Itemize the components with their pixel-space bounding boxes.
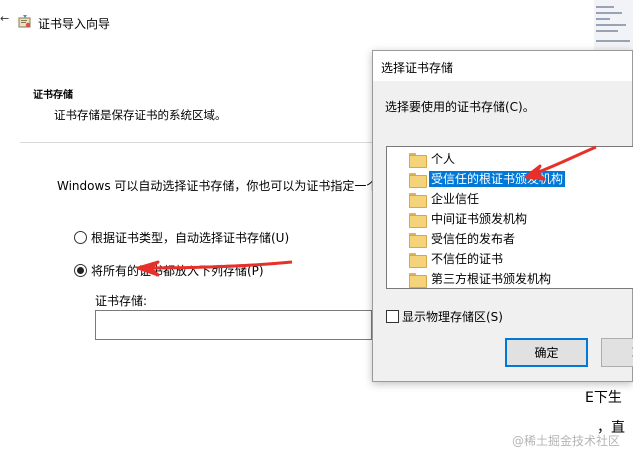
- background-window-peek: [594, 0, 633, 50]
- store-tree-item[interactable]: 个人: [409, 150, 457, 168]
- peek-line: [596, 12, 622, 14]
- folder-icon: [409, 172, 427, 188]
- store-tree-label: 第三方根证书颁发机构: [431, 272, 552, 286]
- folder-icon: [409, 232, 427, 248]
- back-arrow-icon[interactable]: ←: [0, 13, 9, 24]
- store-tree-item[interactable]: 中间证书颁发机构: [409, 210, 529, 228]
- show-physical-stores[interactable]: 显示物理存储区(S): [386, 308, 503, 325]
- peek-line: [596, 18, 610, 20]
- radio-auto-label: 根据证书类型，自动选择证书存储(U): [91, 231, 290, 245]
- store-tree-item[interactable]: 受信任的发布者: [409, 230, 517, 248]
- dialog-titlebar[interactable]: 选择证书存储: [373, 51, 632, 81]
- store-tree[interactable]: 个人受信任的根证书颁发机构 企业信任中间证书颁发机构 受信任的发布者 不信任的证书第三…: [386, 146, 633, 289]
- folder-icon: [409, 152, 427, 168]
- folder-icon: [409, 252, 427, 268]
- store-tree-item[interactable]: 企业信任: [409, 190, 481, 208]
- intro-text: Windows 可以自动选择证书存储，你也可以为证书指定一个位置。: [57, 179, 372, 193]
- store-tree-label: 中间证书颁发机构: [431, 212, 528, 226]
- show-physical-label: 显示物理存储区(S): [402, 310, 503, 324]
- cancel-button[interactable]: 取: [601, 338, 633, 367]
- store-tree-label: 个人: [431, 152, 456, 166]
- store-tree-item[interactable]: 受信任的根证书颁发机构: [409, 170, 566, 188]
- dialog-title: 选择证书存储: [381, 61, 454, 75]
- radio-auto-circle[interactable]: [74, 231, 87, 244]
- folder-icon: [409, 272, 427, 288]
- section-description: 证书存储是保存证书的系统区域。: [54, 108, 227, 122]
- store-input[interactable]: [95, 310, 372, 340]
- store-tree-label: 受信任的发布者: [431, 232, 516, 246]
- show-physical-checkbox[interactable]: [386, 310, 399, 323]
- background-text-1: E下生: [585, 390, 622, 406]
- folder-icon: [409, 212, 427, 228]
- watermark: @稀土掘金技术社区: [512, 434, 621, 448]
- store-tree-item[interactable]: 第三方根证书颁发机构: [409, 270, 553, 288]
- wizard-title: 证书导入向导: [38, 17, 111, 31]
- store-tree-label: 企业信任: [431, 192, 480, 206]
- section-heading: 证书存储: [33, 90, 73, 101]
- peek-line: [596, 40, 630, 42]
- radio-manual-circle[interactable]: [74, 264, 87, 277]
- store-tree-label: 受信任的根证书颁发机构: [429, 171, 566, 187]
- store-tree-label: 不信任的证书: [431, 252, 504, 266]
- store-tree-item[interactable]: 不信任的证书: [409, 250, 505, 268]
- peek-line: [596, 24, 626, 26]
- ok-button[interactable]: 确定: [505, 338, 588, 367]
- peek-line: [596, 30, 618, 32]
- header-divider: [20, 142, 372, 143]
- folder-icon: [409, 192, 427, 208]
- radio-manual-label: 将所有的证书都放入下列存储(P): [91, 264, 264, 278]
- certificate-wizard-icon: [18, 15, 31, 28]
- store-field-label: 证书存储:: [95, 294, 148, 308]
- radio-manual-select[interactable]: 将所有的证书都放入下列存储(P): [74, 262, 264, 279]
- radio-auto-select[interactable]: 根据证书类型，自动选择证书存储(U): [74, 229, 289, 246]
- select-store-dialog: 选择证书存储 选择要使用的证书存储(C)。 个人受信任的根证书颁发机构 企业信任中…: [372, 50, 633, 382]
- peek-line: [596, 6, 614, 8]
- dialog-prompt: 选择要使用的证书存储(C)。: [385, 100, 535, 114]
